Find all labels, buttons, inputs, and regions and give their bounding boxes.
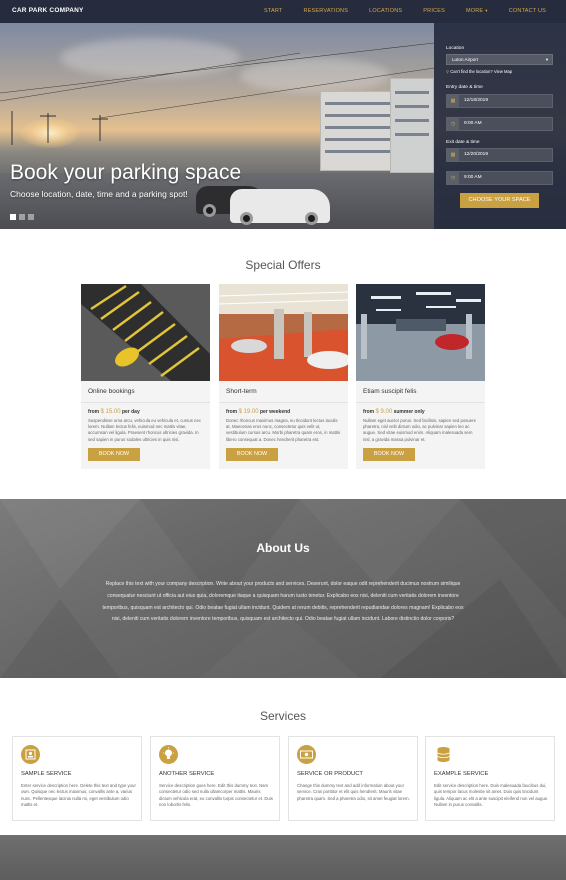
service-description: Service description goes here. Edit this… [159, 783, 273, 807]
chevron-down-icon: ▼ [545, 57, 549, 62]
offer-card-online: Online bookings from $ 15.00 per day Sus… [81, 284, 210, 469]
offer-description: Nullam eget auctor purus. Sed facilisis,… [363, 418, 476, 442]
price-amount: $ 15.00 [100, 409, 121, 415]
offer-image-summer[interactable] [356, 284, 485, 381]
database-icon [434, 745, 453, 764]
price-suffix: summer only [393, 409, 425, 415]
exit-time-field[interactable]: ◷ 9:00 AM [446, 171, 553, 185]
location-value: Luton Airport [452, 57, 479, 62]
slider-dot-1[interactable] [10, 214, 16, 220]
location-label: Location [446, 46, 465, 51]
slider-dots [10, 214, 34, 220]
exit-label: Exit date & time [446, 140, 480, 145]
exit-time-value: 9:00 AM [464, 175, 482, 180]
entry-date-value: 12/18/2019 [464, 98, 489, 103]
parking-lot-image [81, 284, 210, 381]
nav-start[interactable]: START [264, 8, 283, 14]
id-card-icon [21, 745, 40, 764]
service-name: SAMPLE SERVICE [21, 771, 72, 777]
entry-label: Entry date & time [446, 85, 483, 90]
offer-image-online[interactable] [81, 284, 210, 381]
offer-title: Etiam suscipit felis [356, 381, 485, 403]
nav-locations[interactable]: LOCATIONS [369, 8, 402, 14]
book-now-button[interactable]: BOOK NOW [226, 447, 278, 461]
offer-card-summer: Etiam suscipit felis from $ 9.00 summer … [356, 284, 485, 469]
entry-time-field[interactable]: ◷ 9:00 AM [446, 117, 553, 131]
service-card-example: EXAMPLE SERVICE Edit service description… [425, 736, 555, 821]
price-amount: $ 19.00 [238, 409, 259, 415]
service-description: Edit service description here. Duis male… [434, 783, 549, 807]
book-now-button[interactable]: BOOK NOW [363, 447, 415, 461]
car-wheel [203, 204, 216, 217]
underground-garage-image [356, 284, 485, 381]
offer-description: Suspendisse urna arcu, vehicula eu vehic… [88, 418, 201, 442]
offer-card-short-term: Short-term from $ 19.00 per weekend Done… [219, 284, 348, 469]
entry-date-field[interactable]: ▦ 12/18/2019 [446, 94, 553, 108]
offer-price: from $ 19.00 per weekend [219, 403, 348, 415]
nav-links: START RESERVATIONS LOCATIONS PRICES MORE… [243, 8, 546, 14]
nav-more-dropdown[interactable]: MORE ▾ [466, 8, 488, 14]
top-navbar: CAR PARK COMPANY START RESERVATIONS LOCA… [0, 0, 566, 23]
service-name: EXAMPLE SERVICE [434, 771, 489, 777]
view-map-link[interactable]: ⚲ Can't find the location? View Map [446, 69, 512, 74]
slider-dot-3[interactable] [28, 214, 34, 220]
offer-title: Online bookings [81, 381, 210, 403]
about-description: Replace this text with your company desc… [102, 581, 464, 623]
price-amount: $ 9.00 [375, 409, 393, 415]
service-description: Enter service description here. Delete t… [21, 783, 136, 807]
clock-icon: ◷ [447, 118, 459, 130]
map-pin-icon: ⚲ [446, 69, 450, 74]
next-section-band [0, 835, 566, 880]
nav-contact[interactable]: CONTACT US [509, 8, 546, 14]
service-description: Change this dummy text and add informati… [297, 783, 410, 801]
car-wheel [240, 212, 253, 225]
price-suffix: per day [121, 409, 140, 415]
view-map-text: Can't find the location? View Map [450, 69, 513, 74]
offer-image-short-term[interactable] [219, 284, 348, 381]
choose-space-button[interactable]: CHOOSE YOUR SPACE [460, 193, 539, 208]
office-building [390, 78, 434, 173]
about-title: About Us [256, 541, 310, 555]
nav-reservations[interactable]: RESERVATIONS [304, 8, 349, 14]
chevron-down-icon: ▾ [485, 8, 488, 13]
location-select[interactable]: Luton Airport ▼ [446, 54, 553, 65]
calendar-icon: ▦ [447, 95, 459, 107]
calendar-icon: ▦ [447, 149, 459, 161]
garage-image [219, 284, 348, 381]
book-now-button[interactable]: BOOK NOW [88, 447, 140, 461]
slider-dot-2[interactable] [19, 214, 25, 220]
exit-date-field[interactable]: ▦ 12/20/2019 [446, 148, 553, 162]
price-prefix: from [363, 409, 375, 415]
service-card-sample: SAMPLE SERVICE Enter service description… [12, 736, 142, 821]
offer-price: from $ 9.00 summer only [356, 403, 485, 415]
services-title: Services [259, 709, 306, 723]
about-section: About Us Replace this text with your com… [0, 499, 566, 678]
service-card-product: SERVICE OR PRODUCT Change this dummy tex… [288, 736, 418, 821]
nav-prices[interactable]: PRICES [423, 8, 445, 14]
money-icon [297, 745, 316, 764]
service-name: ANOTHER SERVICE [159, 771, 215, 777]
price-prefix: from [88, 409, 100, 415]
brand-logo[interactable]: CAR PARK COMPANY [12, 7, 84, 14]
booking-panel: Location Luton Airport ▼ ⚲ Can't find th… [434, 23, 566, 229]
service-card-another: ANOTHER SERVICE Service description goes… [150, 736, 280, 821]
car-wheel [305, 212, 318, 225]
hero-subtitle: Choose location, date, time and a parkin… [10, 189, 188, 199]
offers-title: Special Offers [245, 258, 321, 272]
offer-price: from $ 15.00 per day [81, 403, 210, 415]
price-suffix: per weekend [259, 409, 291, 415]
offer-description: Donec rhoncus maximus magna, eu tincidun… [226, 418, 341, 442]
clock-icon: ◷ [447, 172, 459, 184]
service-name: SERVICE OR PRODUCT [297, 771, 363, 777]
lightbulb-icon [159, 745, 178, 764]
offer-title: Short-term [219, 381, 348, 403]
nav-more-label: MORE [465, 8, 484, 14]
hero-title: Book your parking space [10, 161, 242, 184]
exit-date-value: 12/20/2019 [464, 152, 489, 157]
entry-time-value: 9:00 AM [464, 121, 482, 126]
price-prefix: from [226, 409, 238, 415]
